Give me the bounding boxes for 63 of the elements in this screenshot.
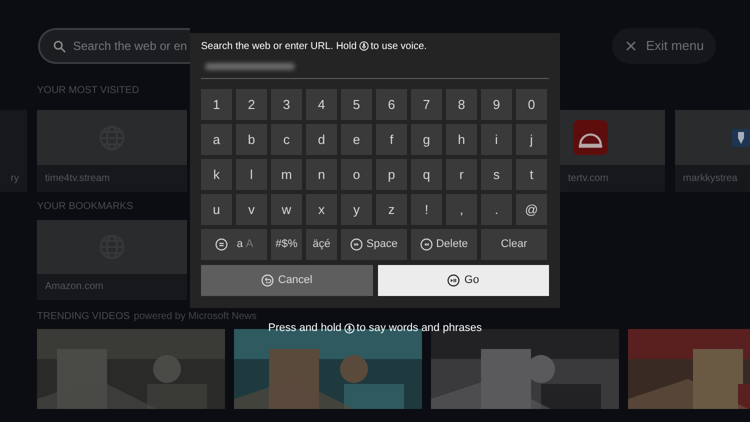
keyboard-key[interactable]: a: [201, 124, 232, 155]
tile-label: tertv.com: [567, 172, 610, 186]
keyboard-key[interactable]: a A: [201, 229, 267, 260]
section-subheading: powered by Microsoft News: [134, 310, 257, 324]
keyboard-key[interactable]: 8: [446, 89, 477, 120]
tile-label: ry: [10, 172, 20, 186]
keyboard-key[interactable]: 0: [516, 89, 547, 120]
keyboard-key[interactable]: o: [341, 159, 372, 190]
keyboard-key[interactable]: 6: [376, 89, 407, 120]
keyboard-key[interactable]: d: [306, 124, 337, 155]
keyboard-key[interactable]: @: [516, 194, 547, 225]
keyboard-key[interactable]: i: [481, 124, 512, 155]
section-heading: YOUR BOOKMARKS: [37, 200, 134, 214]
keyboard-key[interactable]: s: [481, 159, 512, 190]
keyboard-key[interactable]: 9: [481, 89, 512, 120]
keyboard-key[interactable]: t: [516, 159, 547, 190]
keyboard-key[interactable]: f: [376, 124, 407, 155]
keyboard-key[interactable]: ,: [446, 194, 477, 225]
exit-menu-button[interactable]: Exit menu: [612, 28, 716, 64]
keyboard-key[interactable]: r: [446, 159, 477, 190]
hint-text: to use voice.: [370, 40, 427, 54]
keyboard-key[interactable]: #$%: [271, 229, 302, 260]
keyboard-key[interactable]: 7: [411, 89, 442, 120]
cancel-button[interactable]: Cancel: [201, 265, 372, 296]
go-button[interactable]: Go: [378, 265, 549, 296]
keyboard-key[interactable]: äçé: [306, 229, 337, 260]
tile-label: Amazon.com: [44, 280, 104, 294]
keyboard-key[interactable]: 4: [306, 89, 337, 120]
keyboard-key[interactable]: 1: [201, 89, 232, 120]
keyboard-key[interactable]: w: [271, 194, 302, 225]
section-heading: TRENDING VIDEOS: [37, 310, 130, 324]
keyboard-key[interactable]: 5: [341, 89, 372, 120]
tile-label: time4tv.stream: [44, 172, 111, 186]
keyboard-key[interactable]: x: [306, 194, 337, 225]
keyboard-key[interactable]: .: [481, 194, 512, 225]
keyboard-key[interactable]: e: [341, 124, 372, 155]
keyboard-key[interactable]: b: [236, 124, 267, 155]
keyboard-key[interactable]: z: [376, 194, 407, 225]
keyboard-key[interactable]: 3: [271, 89, 302, 120]
tile-label: markkystrea: [682, 172, 738, 186]
keyboard-key[interactable]: 2: [236, 89, 267, 120]
keyboard-key[interactable]: g: [411, 124, 442, 155]
keyboard-key[interactable]: m: [271, 159, 302, 190]
keyboard-key[interactable]: !: [411, 194, 442, 225]
keyboard-key[interactable]: p: [376, 159, 407, 190]
keyboard-key[interactable]: u: [201, 194, 232, 225]
voice-hint-text: to say words and phrases: [356, 321, 482, 336]
keyboard-key[interactable]: n: [306, 159, 337, 190]
hint-text: Search the web or enter URL. Hold: [201, 40, 357, 54]
keyboard-key[interactable]: k: [201, 159, 232, 190]
keyboard-key[interactable]: q: [411, 159, 442, 190]
section-heading: YOUR MOST VISITED: [37, 84, 140, 98]
keyboard-key[interactable]: h: [446, 124, 477, 155]
keyboard-key[interactable]: y: [341, 194, 372, 225]
keyboard-key[interactable]: l: [236, 159, 267, 190]
search-field[interactable]: Search the web or en: [38, 28, 190, 64]
keyboard-key[interactable]: c: [271, 124, 302, 155]
keyboard-key[interactable]: Clear: [481, 229, 547, 260]
keyboard-key[interactable]: v: [236, 194, 267, 225]
keyboard-key[interactable]: Space: [341, 229, 407, 260]
keyboard-key[interactable]: Delete: [411, 229, 477, 260]
keyboard-key[interactable]: j: [516, 124, 547, 155]
voice-hint-text: Press and hold: [268, 321, 342, 336]
